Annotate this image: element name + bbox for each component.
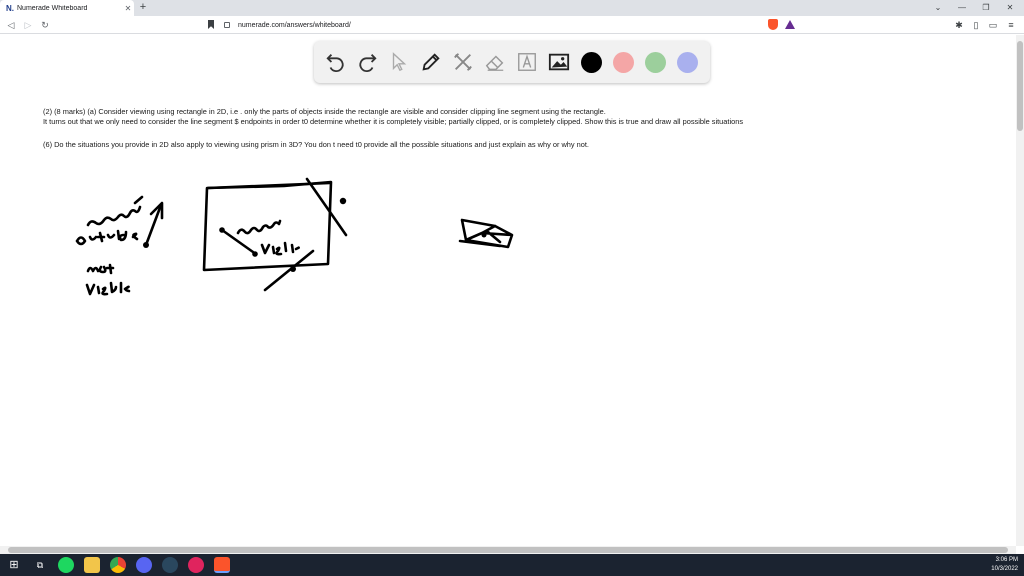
- whiteboard-drawing-canvas[interactable]: [0, 35, 1016, 546]
- whiteboard-page[interactable]: (2) (8 marks) (a) Consider viewing using…: [0, 35, 1016, 546]
- discord-icon[interactable]: [136, 557, 152, 573]
- scribble-completely-inner: [236, 219, 282, 235]
- tab-title: Numerade Whiteboard: [17, 4, 88, 12]
- tab-strip: N. Numerade Whiteboard ✕ + ⌄ — ❐ ✕: [0, 0, 1024, 16]
- scribble-completely: [86, 195, 144, 227]
- reload-icon[interactable]: ↻: [38, 18, 52, 32]
- vertical-scrollbar[interactable]: [1016, 35, 1024, 546]
- spotify-icon[interactable]: [58, 557, 74, 573]
- close-tab-icon[interactable]: ✕: [122, 4, 134, 13]
- brave-rewards-icon[interactable]: [785, 20, 795, 29]
- tab-numerade-whiteboard[interactable]: N. Numerade Whiteboard ✕: [0, 0, 134, 16]
- address-bar[interactable]: numerade.com/answers/whiteboard/: [224, 18, 804, 32]
- forward-icon[interactable]: ▷: [21, 18, 35, 32]
- endpoint-dot-visible-end: [252, 251, 258, 257]
- brave-shields-icon[interactable]: [768, 19, 778, 30]
- bookmark-icon[interactable]: [208, 20, 214, 29]
- menu-icon[interactable]: ≡: [1004, 18, 1018, 32]
- endpoint-dot-corner-outside: [339, 197, 347, 205]
- endpoint-dot-bottom-crossing: [290, 266, 296, 272]
- restore-button[interactable]: ❐: [974, 0, 998, 16]
- chrome-icon[interactable]: [110, 557, 126, 573]
- horizontal-scrollbar[interactable]: [0, 546, 1016, 554]
- app-icon[interactable]: [188, 557, 204, 573]
- windows-taskbar: ⊞ ⧉ 3:06 PM 10/3/2022: [0, 554, 1024, 576]
- numerade-favicon-icon: N.: [6, 3, 14, 13]
- task-view-icon[interactable]: ⧉: [32, 557, 48, 573]
- scribble-visible: [85, 281, 131, 296]
- close-window-button[interactable]: ✕: [998, 0, 1022, 16]
- scribble-not: [86, 263, 115, 275]
- url-text: numerade.com/answers/whiteboard/: [238, 21, 351, 29]
- browser-toolbar: ◁ ▷ ↻ numerade.com/answers/whiteboard/ ✱…: [0, 16, 1024, 34]
- minimize-button[interactable]: —: [950, 0, 974, 16]
- lock-icon: [224, 22, 230, 28]
- new-tab-button[interactable]: +: [137, 1, 149, 15]
- horizontal-scrollbar-thumb[interactable]: [8, 547, 1008, 553]
- wallet-icon[interactable]: ▭: [986, 18, 1000, 32]
- vertical-scrollbar-thumb[interactable]: [1017, 41, 1023, 131]
- screen: N. Numerade Whiteboard ✕ + ⌄ — ❐ ✕ ◁ ▷ ↻…: [0, 0, 1024, 576]
- file-explorer-icon[interactable]: [84, 557, 100, 573]
- sidebar-icon[interactable]: ▯: [969, 18, 983, 32]
- partial-line-bottom: [263, 249, 315, 292]
- back-icon[interactable]: ◁: [4, 18, 18, 32]
- brave-taskbar-icon[interactable]: [214, 557, 230, 573]
- extensions-icon[interactable]: ✱: [952, 18, 966, 32]
- scribble-visible-inner: [260, 241, 300, 256]
- partial-line-corner: [305, 177, 348, 237]
- tab-search-chevron-icon[interactable]: ⌄: [926, 0, 950, 16]
- system-clock[interactable]: 3:06 PM 10/3/2022: [991, 556, 1018, 574]
- scribble-outside: [75, 229, 139, 246]
- windows-start-icon[interactable]: ⊞: [6, 557, 22, 573]
- clock-time: 3:06 PM: [995, 557, 1018, 563]
- endpoint-dot-visible-start: [219, 227, 225, 233]
- clock-date: 10/3/2022: [991, 566, 1018, 572]
- endpoint-dot-prism: [481, 232, 487, 238]
- steam-icon[interactable]: [162, 557, 178, 573]
- endpoint-dot-outside: [143, 242, 149, 248]
